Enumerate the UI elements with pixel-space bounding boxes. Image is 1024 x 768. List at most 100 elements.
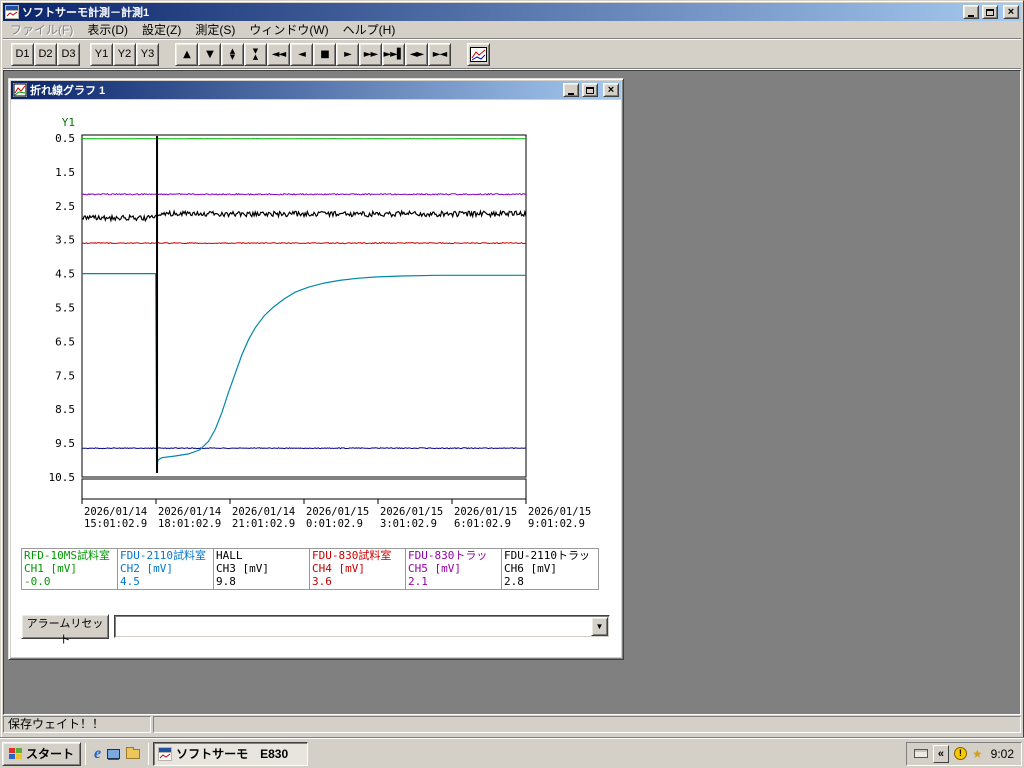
toolbar-button-scroll-down[interactable]: ▼ bbox=[198, 42, 221, 66]
app-window: ソフトサーモ計測－計測1 × ファイル(F) 表示(D) 設定(Z) 測定(S) ウィン… bbox=[0, 0, 1024, 738]
start-label: スタート bbox=[26, 747, 75, 761]
toolbar-button-stop[interactable]: ■ bbox=[313, 42, 336, 66]
svg-text:21:01:02.9: 21:01:02.9 bbox=[232, 518, 295, 530]
menu-item-file: ファイル(F) bbox=[10, 23, 74, 37]
svg-text:6.5: 6.5 bbox=[55, 335, 75, 348]
svg-text:15:01:02.9: 15:01:02.9 bbox=[84, 518, 147, 530]
toolbar: D1 D2 D3 Y1 Y2 Y3 ▲ ▼ ▲ ▼ ▼ ▲ ◄◄ ◄ ■ ► ►► ►►▌ ◄► ►◄ bbox=[3, 40, 1021, 69]
menu-bar: ファイル(F) 表示(D) 設定(Z) 測定(S) ウィンドウ(W) ヘルプ(H) bbox=[3, 21, 1021, 39]
toolbar-button-compress-vertical[interactable]: ▼ ▲ bbox=[244, 42, 267, 66]
toolbar-button-collapse-horizontal[interactable]: ►◄ bbox=[428, 42, 451, 66]
internet-explorer-icon[interactable]: e bbox=[94, 745, 101, 762]
tray-clock[interactable]: 9:02 bbox=[988, 747, 1014, 761]
combo-dropdown-button[interactable]: ▼ bbox=[591, 617, 608, 636]
app-icon[interactable] bbox=[5, 5, 19, 19]
menu-item-settings[interactable]: 設定(Z) bbox=[135, 20, 188, 39]
svg-text:Y1: Y1 bbox=[62, 116, 75, 129]
svg-text:18:01:02.9: 18:01:02.9 bbox=[158, 518, 221, 530]
taskbar-task-button[interactable]: ソフトサーモ E830 bbox=[153, 741, 309, 766]
graph-window-icon[interactable] bbox=[13, 83, 27, 97]
show-desktop-icon[interactable] bbox=[107, 748, 121, 759]
toolbar-button-skip-to-end[interactable]: ►►▌ bbox=[382, 42, 405, 66]
graph-window-button[interactable] bbox=[467, 42, 490, 66]
tray-collapse-button[interactable]: « bbox=[932, 744, 949, 763]
task-label: ソフトサーモ E830 bbox=[176, 747, 289, 761]
svg-text:2026/01/15: 2026/01/15 bbox=[306, 506, 369, 518]
minimize-icon bbox=[968, 14, 974, 17]
toolbar-button-step-back[interactable]: ◄ bbox=[290, 42, 313, 66]
alarm-combobox[interactable]: ▼ bbox=[114, 615, 610, 638]
svg-text:2026/01/15: 2026/01/15 bbox=[380, 506, 443, 518]
windows-logo-icon bbox=[9, 748, 22, 759]
legend-cell-ch1: RFD-10MS試料室 CH1 [mV] -0.0 bbox=[22, 549, 118, 589]
svg-text:2026/01/15: 2026/01/15 bbox=[454, 506, 517, 518]
status-panel-secondary bbox=[153, 716, 1021, 733]
svg-text:7.5: 7.5 bbox=[55, 369, 75, 382]
line-chart: Y1 0.5 1.5 2.5 3.5 4.5 5.5 6.5 7.5 8.5 9.5 10.5 2026… bbox=[49, 116, 592, 530]
toolbar-button-d2[interactable]: D2 bbox=[34, 42, 57, 66]
toolbar-button-fast-forward[interactable]: ►► bbox=[359, 42, 382, 66]
quick-launch: e bbox=[90, 745, 144, 762]
svg-text:10.5: 10.5 bbox=[49, 471, 76, 484]
legend-cell-ch2: FDU-2110試料室 CH2 [mV] 4.5 bbox=[118, 549, 214, 589]
folder-icon[interactable] bbox=[126, 746, 141, 759]
close-button[interactable]: × bbox=[1003, 5, 1019, 19]
alert-icon[interactable]: ! bbox=[953, 747, 967, 760]
system-tray: « ! ★ 9:02 bbox=[905, 741, 1022, 766]
svg-text:2026/01/14: 2026/01/14 bbox=[158, 506, 221, 518]
axis-buttons: Y1 Y2 Y3 bbox=[90, 42, 159, 66]
legend-cell-ch6: FDU-2110トラッ CH6 [mV] 2.8 bbox=[504, 549, 590, 588]
start-button[interactable]: スタート bbox=[2, 741, 82, 766]
app-title: ソフトサーモ計測－計測1 bbox=[22, 7, 150, 19]
minimize-button[interactable] bbox=[963, 5, 979, 19]
svg-text:1.5: 1.5 bbox=[55, 166, 75, 179]
graph-window: 折れ線グラフ 1 × Y1 0.5 1.5 2.5 3.5 4.5 5.5 6.5 7.5 8.5… bbox=[8, 78, 624, 660]
toolbar-button-step-forward[interactable]: ► bbox=[336, 42, 359, 66]
toolbar-button-y1[interactable]: Y1 bbox=[90, 42, 113, 66]
menu-item-window[interactable]: ウィンドウ(W) bbox=[242, 20, 335, 39]
menu-item-view[interactable]: 表示(D) bbox=[80, 20, 135, 39]
keyboard-ime-icon[interactable] bbox=[913, 749, 928, 758]
graph-maximize-button[interactable] bbox=[582, 83, 598, 97]
toolbar-button-d3[interactable]: D3 bbox=[57, 42, 80, 66]
svg-text:9.5: 9.5 bbox=[55, 437, 75, 450]
graph-minimize-button[interactable] bbox=[563, 83, 579, 97]
legend-cell-ch5: FDU-830トラッ CH5 [mV] 2.1 bbox=[406, 549, 502, 589]
graph-window-title: 折れ線グラフ 1 bbox=[30, 85, 106, 97]
svg-text:0.5: 0.5 bbox=[55, 132, 75, 145]
graph-icon bbox=[470, 46, 487, 62]
display-buttons: D1 D2 D3 bbox=[11, 42, 80, 66]
menu-item-help[interactable]: ヘルプ(H) bbox=[336, 20, 403, 39]
legend-cell-ch3: HALL CH3 [mV] 9.8 bbox=[214, 549, 310, 589]
taskbar: スタート e ソフトサーモ E830 « ! ★ 9:02 bbox=[0, 738, 1024, 768]
star-icon[interactable]: ★ bbox=[972, 748, 983, 760]
svg-text:3:01:02.9: 3:01:02.9 bbox=[380, 518, 437, 530]
graph-window-titlebar[interactable]: 折れ線グラフ 1 × bbox=[11, 81, 621, 99]
task-app-icon bbox=[158, 746, 173, 761]
svg-text:6:01:02.9: 6:01:02.9 bbox=[454, 518, 511, 530]
toolbar-button-rewind[interactable]: ◄◄ bbox=[267, 42, 290, 66]
alarm-reset-button[interactable]: アラームリセット bbox=[21, 614, 109, 646]
graph-close-button[interactable]: × bbox=[603, 83, 619, 97]
menu-item-measure[interactable]: 測定(S) bbox=[188, 20, 242, 39]
chevron-down-icon: ▼ bbox=[595, 622, 604, 631]
maximize-button[interactable] bbox=[982, 5, 998, 19]
toolbar-button-y2[interactable]: Y2 bbox=[113, 42, 136, 66]
toolbar-button-scroll-up[interactable]: ▲ bbox=[175, 42, 198, 66]
toolbar-button-y3[interactable]: Y3 bbox=[136, 42, 159, 66]
toolbar-button-expand-horizontal[interactable]: ◄► bbox=[405, 42, 428, 66]
status-bar: 保存ウェイト！！ bbox=[3, 716, 1021, 733]
mdi-area: 折れ線グラフ 1 × Y1 0.5 1.5 2.5 3.5 4.5 5.5 6.5 7.5 8.5… bbox=[3, 70, 1021, 715]
svg-text:8.5: 8.5 bbox=[55, 403, 75, 416]
legend-cell-ch4: FDU-830試料室 CH4 [mV] 3.6 bbox=[310, 549, 406, 589]
svg-text:0:01:02.9: 0:01:02.9 bbox=[306, 518, 363, 530]
svg-text:5.5: 5.5 bbox=[55, 302, 75, 315]
status-message: 保存ウェイト！！ bbox=[3, 716, 151, 733]
svg-text:3.5: 3.5 bbox=[55, 234, 75, 247]
taskbar-divider bbox=[148, 742, 150, 765]
svg-text:9:01:02.9: 9:01:02.9 bbox=[528, 518, 585, 530]
toolbar-button-expand-vertical[interactable]: ▲ ▼ bbox=[221, 42, 244, 66]
toolbar-button-d1[interactable]: D1 bbox=[11, 42, 34, 66]
minimize-icon bbox=[568, 92, 574, 95]
svg-text:2026/01/14: 2026/01/14 bbox=[84, 506, 147, 518]
